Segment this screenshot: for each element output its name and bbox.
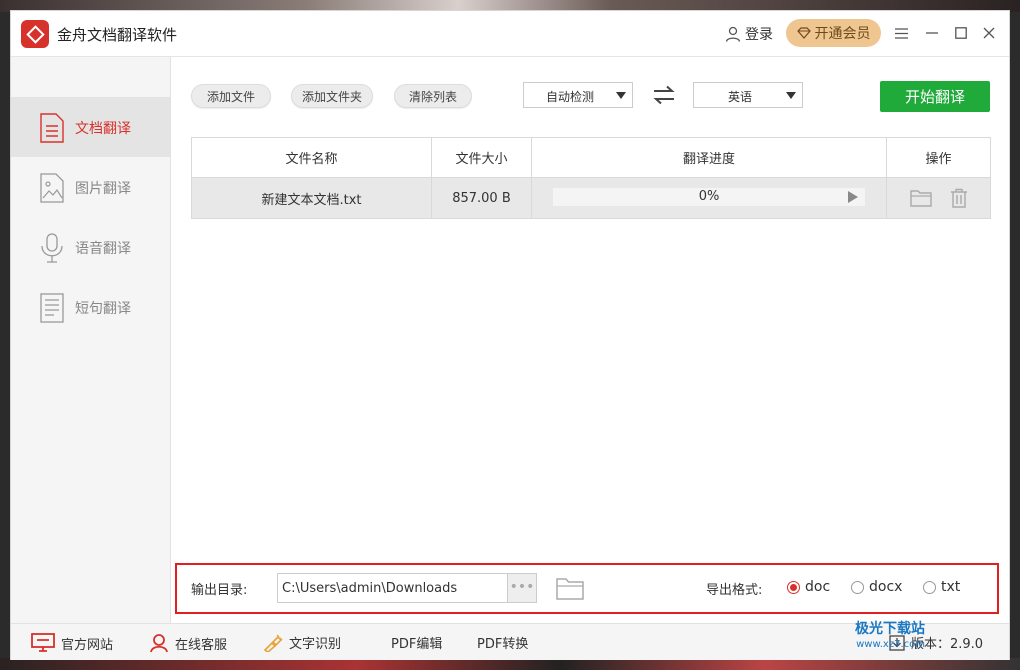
monitor-icon: [31, 633, 55, 652]
cell-actions: [887, 178, 990, 218]
column-header-filename: 文件名称: [192, 138, 432, 177]
output-dir-input[interactable]: [277, 573, 508, 603]
watermark: 极光下载站 www.xz7.com: [855, 622, 925, 652]
vip-button[interactable]: 开通会员: [786, 19, 881, 47]
open-folder-icon[interactable]: [909, 189, 932, 207]
format-radio-label: docx: [869, 579, 903, 595]
ocr-link[interactable]: 文字识别: [263, 633, 341, 652]
output-dir-label: 输出目录:: [191, 583, 248, 598]
delete-icon[interactable]: [950, 188, 968, 208]
clear-list-button[interactable]: 清除列表: [394, 84, 472, 108]
format-radio-label: doc: [805, 579, 831, 595]
pdf-edit-label: PDF编辑: [391, 637, 443, 652]
user-icon: [725, 26, 741, 42]
close-button[interactable]: [979, 23, 999, 43]
source-language-value: 自动检测: [545, 90, 594, 104]
online-service-label: 在线客服: [175, 637, 228, 653]
browse-dir-button[interactable]: •••: [508, 573, 537, 603]
column-header-filesize: 文件大小: [432, 138, 532, 177]
format-radio-docx[interactable]: docx: [851, 579, 902, 595]
watermark-main: 极光下载站: [855, 621, 925, 637]
file-table: 文件名称 文件大小 翻译进度 操作 新建文本文档.txt 857.00 B 0%: [191, 137, 991, 219]
cell-filename: 新建文本文档.txt: [192, 178, 432, 218]
column-header-progress: 翻译进度: [532, 138, 887, 177]
text-icon: [40, 293, 64, 323]
pdf-convert-link[interactable]: PDF转换: [477, 633, 528, 652]
app-title: 金舟文档翻译软件: [57, 26, 178, 44]
online-service-link[interactable]: 在线客服: [149, 633, 227, 653]
login-label: 登录: [745, 27, 773, 43]
cell-filesize: 857.00 B: [432, 178, 532, 218]
column-header-actions: 操作: [925, 152, 952, 167]
start-translate-button[interactable]: 开始翻译: [880, 81, 990, 112]
chevron-down-icon: [786, 92, 796, 99]
export-format-label: 导出格式:: [706, 583, 763, 598]
sidebar-item-sentence-translate[interactable]: 短句翻译: [11, 277, 170, 337]
format-radio-txt[interactable]: txt: [923, 579, 960, 595]
open-output-folder-icon[interactable]: [556, 576, 584, 600]
title-bar: 金舟文档翻译软件 登录 开通会员: [11, 11, 1009, 57]
minimize-button[interactable]: [922, 23, 942, 43]
sidebar-item-label: 语音翻译: [75, 241, 131, 257]
app-window: 金舟文档翻译软件 登录 开通会员 文档翻译 图片翻译 语音翻译 短句翻译 添加文…: [10, 10, 1010, 660]
progress-bar: 0%: [553, 188, 865, 206]
login-button[interactable]: 登录: [725, 24, 773, 44]
format-radio-label: txt: [941, 579, 961, 595]
format-radio-doc[interactable]: doc: [787, 579, 830, 595]
maximize-icon: [955, 27, 967, 39]
chevron-down-icon: [616, 92, 626, 99]
image-icon: [40, 173, 64, 203]
add-folder-button[interactable]: 添加文件夹: [291, 84, 373, 108]
menu-button[interactable]: [891, 23, 911, 43]
headset-user-icon: [150, 634, 168, 653]
radio-icon: [851, 580, 864, 594]
minimize-icon: [926, 32, 938, 34]
table-header: 文件名称 文件大小 翻译进度 操作: [191, 137, 991, 178]
maximize-button[interactable]: [951, 23, 971, 43]
app-logo-icon: [21, 20, 49, 48]
source-language-select[interactable]: 自动检测: [523, 82, 633, 108]
microphone-icon: [41, 233, 63, 263]
diamond-icon: [796, 27, 811, 39]
official-site-link[interactable]: 官方网站: [31, 633, 113, 653]
target-language-value: 英语: [727, 90, 752, 104]
menu-icon: [894, 27, 908, 39]
vip-label: 开通会员: [814, 26, 871, 42]
radio-selected-icon: [787, 580, 800, 594]
swap-languages-icon[interactable]: [652, 85, 676, 105]
pdf-edit-link[interactable]: PDF编辑: [391, 633, 442, 652]
ocr-label: 文字识别: [289, 637, 342, 652]
sidebar-item-voice-translate[interactable]: 语音翻译: [11, 217, 170, 277]
sidebar-item-document-translate[interactable]: 文档翻译: [11, 97, 170, 157]
add-file-button[interactable]: 添加文件: [191, 84, 271, 108]
radio-icon: [923, 580, 936, 594]
sidebar: 文档翻译 图片翻译 语音翻译 短句翻译: [11, 57, 171, 623]
sidebar-item-label: 文档翻译: [75, 121, 131, 137]
pdf-convert-label: PDF转换: [477, 637, 529, 652]
table-row[interactable]: 新建文本文档.txt 857.00 B 0%: [191, 178, 991, 219]
target-language-select[interactable]: 英语: [693, 82, 803, 108]
output-settings-panel: 输出目录: ••• 导出格式: doc docx txt: [175, 563, 999, 614]
close-icon: [983, 27, 995, 39]
sidebar-item-image-translate[interactable]: 图片翻译: [11, 157, 170, 217]
document-icon: [40, 113, 64, 143]
progress-text: 0%: [698, 189, 720, 204]
ocr-icon: [263, 634, 283, 652]
play-icon[interactable]: [848, 191, 858, 203]
official-site-label: 官方网站: [61, 637, 114, 653]
sidebar-item-label: 短句翻译: [75, 301, 131, 317]
sidebar-item-label: 图片翻译: [75, 181, 131, 197]
watermark-sub: www.xz7.com: [856, 639, 925, 650]
